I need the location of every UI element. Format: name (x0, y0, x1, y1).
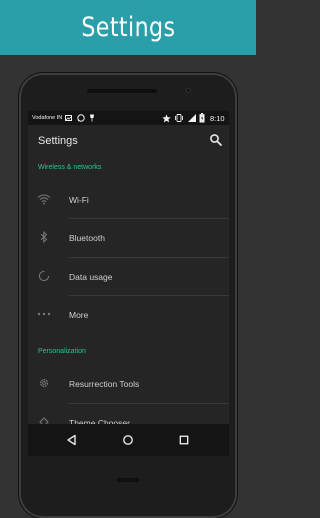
signal-icon (188, 114, 196, 122)
page-title: Settings (38, 135, 78, 147)
front-camera (186, 88, 191, 93)
settings-item-label: Resurrection Tools (69, 379, 140, 389)
whatsapp-icon (77, 114, 85, 122)
section-header-personalization: Personalization (38, 348, 86, 355)
banner-title: Settings (80, 12, 176, 43)
more-dots-icon (37, 307, 51, 321)
settings-item-label: More (69, 310, 89, 320)
settings-item-more[interactable]: More (28, 296, 229, 334)
battery-icon (199, 113, 205, 123)
settings-item-wifi[interactable]: Wi-Fi (28, 181, 229, 219)
gallery-notification-icon (65, 115, 72, 121)
status-bar: Vodafone IN 8:10 (28, 111, 229, 125)
settings-item-bluetooth[interactable]: Bluetooth (28, 219, 229, 257)
notification-pin-icon (90, 114, 94, 122)
app-bar: Settings (28, 125, 229, 159)
gear-icon (37, 376, 51, 390)
settings-item-label: Bluetooth (69, 233, 105, 243)
back-triangle-icon[interactable] (64, 432, 80, 448)
data-usage-icon (37, 269, 51, 283)
wifi-icon (37, 192, 51, 206)
star-icon (162, 114, 171, 123)
carrier-name: Vodafone IN (32, 115, 63, 121)
promo-banner: Settings (0, 0, 256, 55)
settings-item-label: Data usage (69, 272, 113, 282)
status-clock: 8:10 (210, 114, 225, 123)
search-icon[interactable] (208, 132, 224, 148)
settings-item-resurrection-tools[interactable]: Resurrection Tools (28, 365, 229, 403)
navigation-bar (28, 424, 229, 456)
phone-screen: Vodafone IN 8:10 Settings Wireless & net… (28, 111, 229, 456)
settings-item-label: Wi-Fi (69, 195, 89, 205)
section-header-wireless: Wireless & networks (38, 164, 102, 171)
settings-item-data-usage[interactable]: Data usage (28, 258, 229, 296)
recents-square-icon[interactable] (176, 432, 192, 448)
vibrate-icon (175, 114, 183, 122)
phone-bottom-speaker (117, 478, 139, 482)
phone-speaker (87, 89, 157, 93)
bluetooth-icon (37, 230, 51, 244)
home-circle-icon[interactable] (120, 432, 136, 448)
